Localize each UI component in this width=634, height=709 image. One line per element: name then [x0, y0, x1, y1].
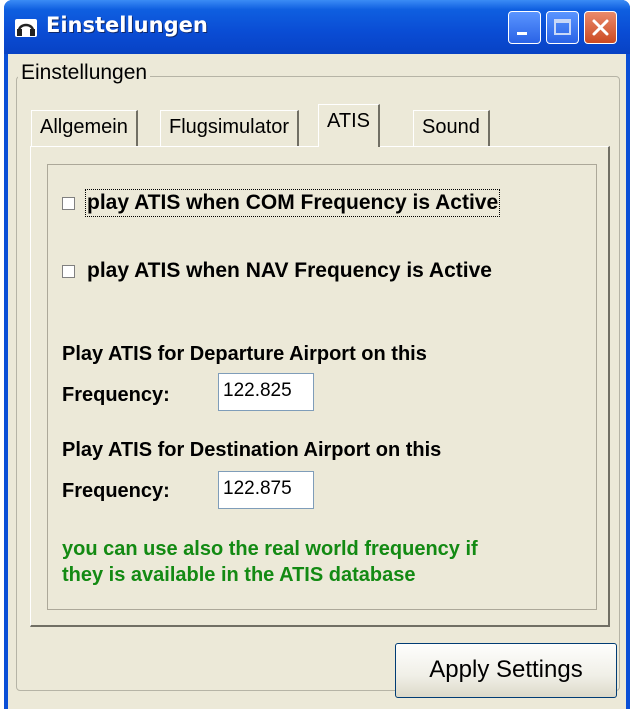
tab-sound[interactable]: Sound: [413, 110, 490, 146]
departure-frequency-label: Frequency:: [62, 384, 170, 406]
maximize-icon: [554, 19, 571, 35]
destination-frequency-input[interactable]: 122.875: [218, 471, 314, 509]
groupbox-label: Einstellungen: [18, 61, 151, 85]
tab-allgemein[interactable]: Allgemein: [31, 110, 138, 146]
close-icon: [592, 19, 609, 36]
com-checkbox[interactable]: [62, 196, 75, 210]
departure-label: Play ATIS for Departure Airport on this: [62, 343, 427, 365]
minimize-icon: [517, 32, 527, 35]
com-checkbox-label[interactable]: play ATIS when COM Frequency is Active: [84, 189, 501, 217]
departure-frequency-input[interactable]: 122.825: [218, 373, 314, 411]
destination-label: Play ATIS for Destination Airport on thi…: [62, 439, 442, 461]
maximize-button[interactable]: [546, 11, 579, 44]
nav-checkbox[interactable]: [62, 264, 75, 278]
title-bar[interactable]: Einstellungen: [4, 0, 630, 54]
atis-hint-line-2: they is available in the ATIS database: [62, 564, 416, 586]
nav-checkbox-row[interactable]: play ATIS when NAV Frequency is Active: [62, 259, 492, 283]
close-button[interactable]: [584, 11, 617, 44]
nav-checkbox-label[interactable]: play ATIS when NAV Frequency is Active: [87, 259, 492, 283]
atis-hint-line-1: you can use also the real world frequenc…: [62, 538, 478, 560]
destination-frequency-label: Frequency:: [62, 480, 170, 502]
minimize-button[interactable]: [508, 11, 541, 44]
com-checkbox-row[interactable]: play ATIS when COM Frequency is Active: [62, 189, 501, 217]
apply-settings-button[interactable]: Apply Settings: [395, 643, 617, 698]
atis-hint-text: you can use also the real world frequenc…: [62, 536, 602, 588]
headset-icon: [14, 17, 38, 39]
window-title: Einstellungen: [46, 13, 208, 37]
tab-atis[interactable]: ATIS: [318, 104, 380, 147]
tab-flugsimulator[interactable]: Flugsimulator: [160, 110, 300, 146]
